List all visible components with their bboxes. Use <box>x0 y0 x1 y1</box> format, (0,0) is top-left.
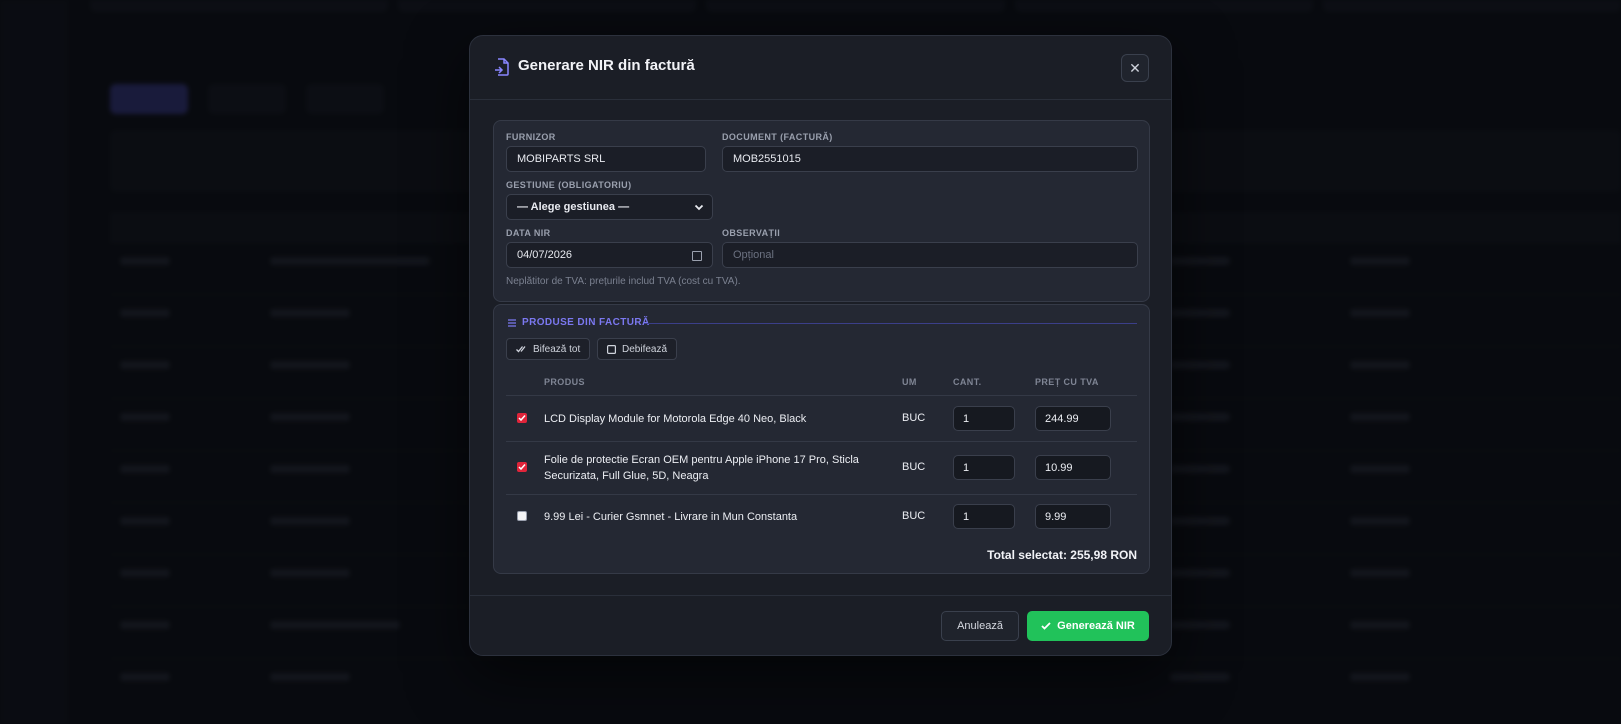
section-divider <box>644 323 1137 324</box>
close-icon: ✕ <box>1129 59 1141 76</box>
generate-nir-label: Generează NIR <box>1057 620 1135 632</box>
product-um: BUC <box>902 412 926 424</box>
gestiune-selected-value: — Alege gestiunea — <box>517 201 630 213</box>
column-header-qty: CANT. <box>953 377 982 387</box>
calendar-icon[interactable] <box>692 251 702 261</box>
row-checkbox[interactable] <box>517 511 527 521</box>
gestiune-select[interactable]: — Alege gestiunea — <box>506 194 713 220</box>
modal-footer: Anulează Generează NIR <box>470 595 1171 655</box>
row-checkbox[interactable] <box>517 413 527 423</box>
table-divider <box>506 395 1137 396</box>
product-um: BUC <box>902 461 926 473</box>
notes-label: OBSERVAȚII <box>722 228 781 238</box>
date-value: 04/07/2026 <box>517 249 573 261</box>
empty-checkbox-icon <box>607 344 616 354</box>
price-input[interactable]: 10.99 <box>1035 455 1111 480</box>
chevron-down-icon <box>694 204 704 211</box>
check-all-label: Bifează tot <box>533 343 581 355</box>
document-field[interactable]: MOB2551015 <box>722 146 1138 172</box>
quantity-input[interactable]: 1 <box>953 455 1015 480</box>
date-field[interactable]: 04/07/2026 <box>506 242 713 268</box>
quantity-input[interactable]: 1 <box>953 504 1015 529</box>
check-icon <box>1041 622 1051 630</box>
list-icon <box>508 318 516 327</box>
product-name: LCD Display Module for Motorola Edge 40 … <box>544 413 807 425</box>
generate-nir-button[interactable]: Generează NIR <box>1027 611 1149 641</box>
column-header-product: PRODUS <box>544 377 585 387</box>
cancel-button[interactable]: Anulează <box>941 611 1019 641</box>
column-header-um: UM <box>902 377 917 387</box>
checkmark-icon <box>518 464 526 471</box>
table-divider <box>506 441 1137 442</box>
uncheck-all-button[interactable]: Debifează <box>597 338 678 360</box>
supplier-label: FURNIZOR <box>506 132 556 142</box>
uncheck-all-label: Debifează <box>622 343 668 355</box>
double-check-icon <box>516 346 526 353</box>
invoice-details-card: FURNIZOR MOBIPARTS SRL DOCUMENT (FACTURĂ… <box>493 120 1150 302</box>
generate-nir-modal: Generare NIR din factură ✕ FURNIZOR MOBI… <box>469 35 1172 656</box>
price-input[interactable]: 9.99 <box>1035 504 1111 529</box>
vat-hint: Neplătitor de TVA: prețurile includ TVA … <box>506 276 741 287</box>
products-card: PRODUSE DIN FACTURĂ Bifează tot Debifeaz… <box>493 304 1150 574</box>
products-section-label: PRODUSE DIN FACTURĂ <box>522 317 650 328</box>
document-label: DOCUMENT (FACTURĂ) <box>722 132 833 142</box>
product-um: BUC <box>902 510 926 522</box>
gestiune-label: GESTIUNE (OBLIGATORIU) <box>506 180 632 190</box>
date-label: DATA NIR <box>506 228 551 238</box>
supplier-field[interactable]: MOBIPARTS SRL <box>506 146 706 172</box>
document-import-icon <box>495 58 509 76</box>
column-header-price: PREȚ CU TVA <box>1035 377 1099 387</box>
notes-field[interactable]: Opțional <box>722 242 1138 268</box>
checkmark-icon <box>518 415 526 422</box>
price-input[interactable]: 244.99 <box>1035 406 1111 431</box>
modal-title: Generare NIR din factură <box>518 57 695 74</box>
close-button[interactable]: ✕ <box>1121 54 1149 82</box>
quantity-input[interactable]: 1 <box>953 406 1015 431</box>
product-name: Folie de protectie Ecran OEM pentru Appl… <box>544 454 859 482</box>
selected-total: Total selectat: 255,98 RON <box>987 548 1137 562</box>
row-checkbox[interactable] <box>517 462 527 472</box>
table-divider <box>506 494 1137 495</box>
product-name: 9.99 Lei - Curier Gsmnet - Livrare in Mu… <box>544 511 798 523</box>
check-all-button[interactable]: Bifează tot <box>506 338 591 360</box>
products-section-title: PRODUSE DIN FACTURĂ <box>508 317 650 328</box>
modal-header: Generare NIR din factură ✕ <box>470 36 1171 100</box>
